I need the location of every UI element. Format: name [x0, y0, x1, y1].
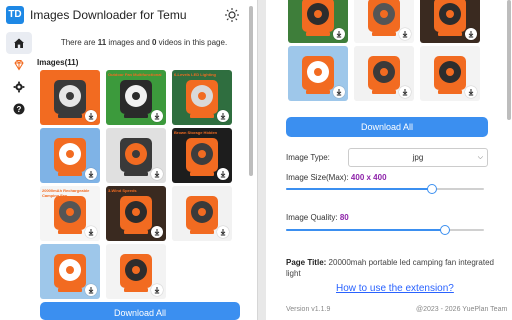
image-thumbnail[interactable]: Brown Storage Hidden [172, 128, 232, 183]
gear-icon [13, 81, 25, 93]
download-icon[interactable] [151, 284, 163, 296]
thumbnail-caption: 6-Levels LED Lighting [174, 72, 217, 77]
nav-premium[interactable] [6, 54, 32, 76]
download-icon[interactable] [333, 28, 345, 40]
svg-text:?: ? [17, 105, 22, 114]
help-icon: ? [13, 103, 25, 115]
image-thumbnail[interactable] [106, 128, 166, 183]
image-thumbnail[interactable]: Outdoor Fan Multifunctional [106, 70, 166, 125]
image-thumbnail[interactable]: 20000mAh Rechargeable Camping Fan [354, 0, 414, 43]
image-thumbnail[interactable] [106, 244, 166, 299]
image-thumbnail[interactable]: 20000mAh Rechargeable Camping Fan [40, 186, 100, 241]
image-quality-value: 80 [339, 213, 349, 222]
popup-settings-panel: 20000mAh Rechargeable Camping Fan3-Wind … [266, 0, 512, 320]
image-type-value: jpg [412, 153, 424, 162]
slider-handle[interactable] [440, 225, 451, 235]
download-icon[interactable] [399, 86, 411, 98]
download-icon[interactable] [85, 168, 97, 180]
download-icon[interactable] [465, 28, 477, 40]
image-type-select[interactable]: jpg ⌵ [348, 148, 488, 167]
copyright-text: @2023 - 2026 YuePlan Team [416, 306, 508, 313]
download-icon[interactable] [217, 226, 229, 238]
image-quality-slider[interactable] [286, 225, 484, 235]
thumbnail-caption: 20000mAh Rechargeable Camping Fan [42, 188, 90, 198]
image-size-value: 400 x 400 [350, 173, 387, 182]
download-icon[interactable] [465, 86, 477, 98]
gem-icon [14, 60, 24, 71]
download-icon[interactable] [399, 28, 411, 40]
image-thumbnail[interactable] [288, 0, 348, 43]
image-count: 11 [97, 38, 107, 47]
home-icon [14, 38, 24, 48]
image-thumbnail[interactable] [40, 70, 100, 125]
image-thumbnail[interactable] [420, 46, 480, 101]
how-to-link[interactable]: How to use the extension? [336, 283, 454, 294]
download-all-button[interactable]: Download All [40, 302, 240, 320]
nav-help[interactable]: ? [6, 98, 32, 120]
image-size-label: Image Size(Max): 400 x 400 [286, 173, 387, 182]
slider-handle[interactable] [426, 184, 437, 194]
image-size-slider[interactable] [286, 184, 484, 194]
version-text: Version v1.1.9 [286, 306, 331, 313]
image-thumbnail[interactable]: 3-Wind Speeds [420, 0, 480, 43]
image-thumbnail[interactable] [40, 128, 100, 183]
scrollbar[interactable] [506, 0, 512, 320]
thumbnail-caption: 3-Wind Speeds [108, 188, 137, 193]
download-icon[interactable] [85, 226, 97, 238]
media-summary: There are 11 images and 0 videos in this… [60, 38, 228, 47]
download-icon[interactable] [151, 110, 163, 122]
image-quality-label: Image Quality: 80 [286, 213, 349, 222]
download-icon[interactable] [85, 284, 97, 296]
download-icon[interactable] [85, 110, 97, 122]
header: TD Images Downloader for Temu [0, 0, 257, 31]
app-title: Images Downloader for Temu [30, 8, 187, 22]
app-logo: TD [6, 6, 24, 24]
side-nav: ? [6, 32, 32, 120]
chevron-down-icon: ⌵ [477, 154, 483, 161]
download-icon[interactable] [217, 168, 229, 180]
download-icon[interactable] [217, 110, 229, 122]
thumbnail-caption: Brown Storage Hidden [174, 130, 218, 135]
image-thumbnail[interactable] [288, 46, 348, 101]
download-icon[interactable] [151, 226, 163, 238]
download-all-button-secondary[interactable]: Download All [286, 117, 488, 137]
image-thumbnail[interactable] [172, 186, 232, 241]
page-title-label: Page Title: [286, 258, 327, 267]
image-thumbnail[interactable]: 3-Wind Speeds [106, 186, 166, 241]
image-thumbnail[interactable] [354, 46, 414, 101]
popup-main-panel: TD Images Downloader for Temu ? There ar… [0, 0, 258, 320]
download-icon[interactable] [333, 86, 345, 98]
nav-home[interactable] [6, 32, 32, 54]
nav-settings[interactable] [6, 76, 32, 98]
sun-icon[interactable] [224, 7, 240, 23]
page-title-info: Page Title: 20000mah portable led campin… [286, 257, 496, 279]
scrollbar[interactable] [248, 0, 254, 320]
images-section-label: Images(11) [37, 58, 79, 67]
image-thumbnail[interactable] [40, 244, 100, 299]
image-thumbnail[interactable]: 6-Levels LED Lighting [172, 70, 232, 125]
image-type-label: Image Type: [286, 153, 330, 162]
thumbnail-caption: Outdoor Fan Multifunctional [108, 72, 162, 77]
download-icon[interactable] [151, 168, 163, 180]
